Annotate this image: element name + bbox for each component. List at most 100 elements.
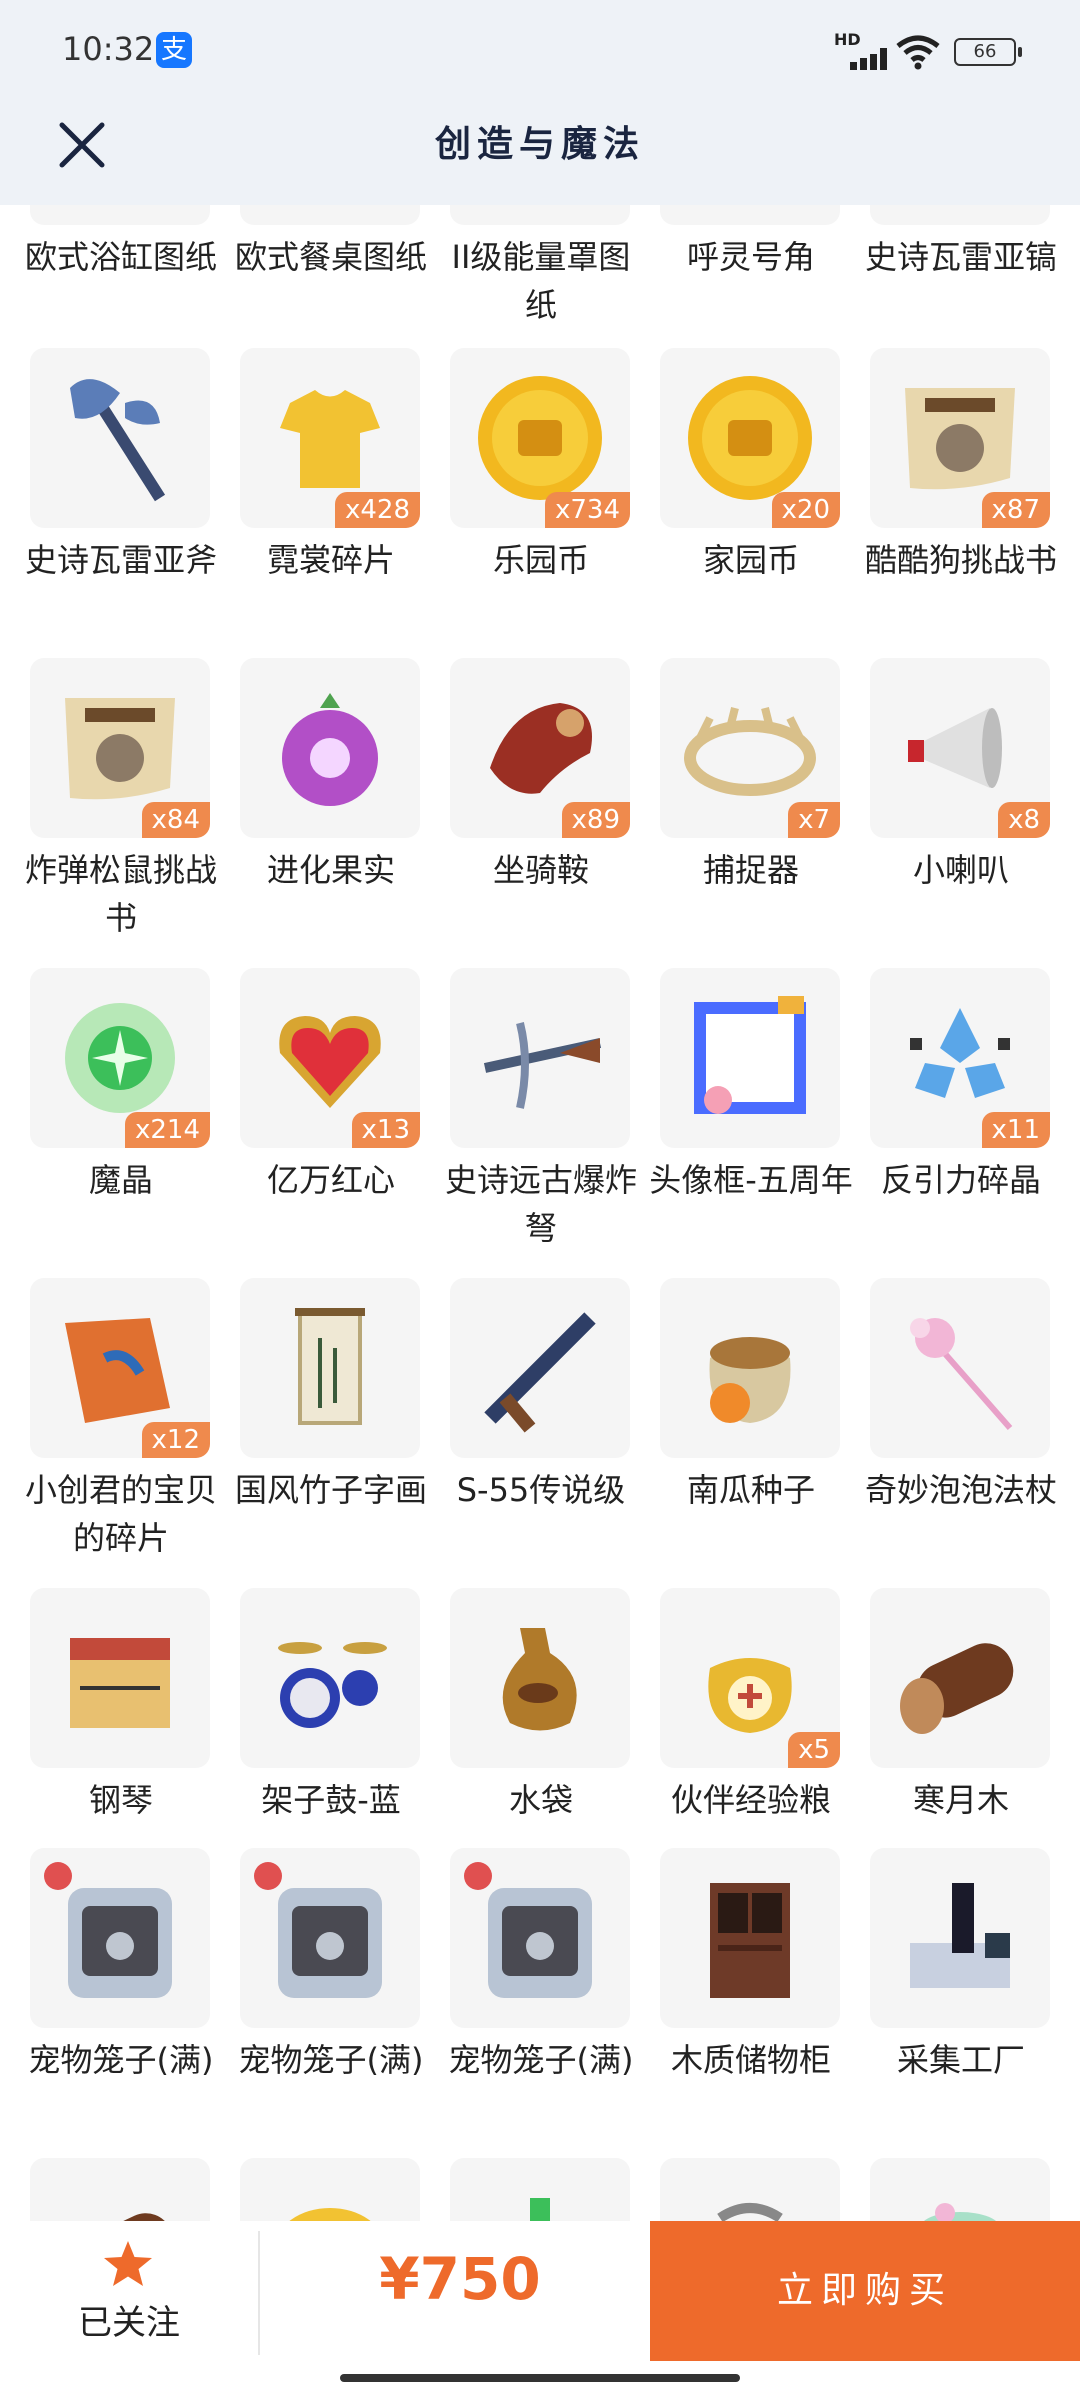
item-thumbnail[interactable] [240, 1848, 420, 2028]
item-label: 奇妙泡泡法杖 [864, 1471, 1057, 1509]
follow-button[interactable]: 已关注 [0, 2221, 258, 2361]
item-label: 国风竹子字画 [234, 1471, 427, 1509]
item-label: 捕捉器 [702, 851, 799, 889]
item-thumbnail[interactable] [240, 1588, 420, 1768]
avatar-frame-icon [694, 996, 806, 1114]
water-bag-icon [502, 1628, 577, 1731]
axe-icon [70, 379, 166, 502]
item-thumbnail[interactable] [660, 1848, 840, 2028]
pet-cage-icon [44, 1862, 172, 1998]
battery-level: 66 [973, 41, 997, 62]
item-thumbnail[interactable] [30, 2158, 210, 2221]
item-label: 欧式浴缸图纸 [24, 238, 217, 276]
quantity-badge: x11 [981, 1112, 1050, 1148]
item-thumbnail[interactable] [30, 1588, 210, 1768]
gun-icon [484, 1312, 596, 1433]
item-thumbnail[interactable] [870, 1588, 1050, 1768]
item-thumbnail[interactable] [660, 968, 840, 1148]
item-label: 乐园币 [492, 541, 589, 579]
item-thumbnail[interactable] [450, 2158, 630, 2221]
item-thumbnail[interactable]: x734 [450, 348, 630, 528]
item-thumbnail[interactable]: x214 [30, 968, 210, 1148]
quantity-badge: x734 [544, 492, 630, 528]
quantity-badge: x89 [561, 802, 630, 838]
tool-icon [717, 2203, 783, 2221]
price: ¥750 [379, 2245, 541, 2313]
buy-now-button[interactable]: 立即购买 [650, 2221, 1080, 2361]
item-thumbnail[interactable] [660, 2158, 840, 2221]
cabinet-icon [710, 1883, 790, 1998]
item-thumbnail[interactable] [870, 2158, 1050, 2221]
wand-icon [910, 1318, 1013, 1430]
item-thumbnail[interactable]: x11 [870, 968, 1050, 1148]
item-thumbnail[interactable]: x20 [660, 348, 840, 528]
item-thumbnail[interactable] [240, 658, 420, 838]
item-label: 寒月木 [912, 1781, 1009, 1819]
item-thumbnail[interactable] [450, 1848, 630, 2028]
battery-icon: 66 [954, 38, 1022, 66]
item-thumbnail[interactable] [30, 348, 210, 528]
item-label: 呼灵号角 [686, 238, 815, 276]
item-label: 头像框-五周年 [649, 1161, 853, 1199]
quantity-badge: x12 [141, 1422, 210, 1458]
quantity-badge: x20 [771, 492, 840, 528]
quantity-badge: x84 [141, 802, 210, 838]
blueprint-icon [30, 205, 210, 225]
pet-cage-icon [254, 1862, 382, 1998]
quantity-badge: x5 [788, 1732, 840, 1768]
log-icon [900, 1643, 1014, 1734]
item-label: 南瓜种子 [686, 1471, 815, 1509]
item-thumbnail[interactable] [450, 205, 630, 225]
item-label: 炸弹松鼠挑战书 [24, 851, 217, 937]
item-label: 史诗瓦雷亚斧 [24, 541, 217, 579]
quantity-badge: x87 [981, 492, 1050, 528]
item-thumbnail[interactable] [30, 1848, 210, 2028]
item-label: 采集工厂 [896, 2041, 1025, 2079]
item-thumbnail[interactable] [30, 205, 210, 225]
follow-label: 已关注 [78, 2303, 180, 2343]
home-indicator[interactable] [340, 2374, 740, 2382]
item-thumbnail[interactable] [450, 1278, 630, 1458]
item-thumbnail[interactable] [240, 2158, 420, 2221]
item-thumbnail[interactable]: x8 [870, 658, 1050, 838]
item-label: 宠物笼子(满) [238, 2041, 424, 2079]
item-label: 坐骑鞍 [492, 851, 589, 889]
item-thumbnail[interactable]: x13 [240, 968, 420, 1148]
item-thumbnail[interactable]: x5 [660, 1588, 840, 1768]
item-thumbnail[interactable]: x89 [450, 658, 630, 838]
item-label: 架子鼓-蓝 [261, 1781, 401, 1819]
item-label: 霓裳碎片 [266, 541, 395, 579]
item-label: 水袋 [508, 1781, 573, 1819]
item-label: 进化果实 [266, 851, 395, 889]
item-thumbnail[interactable] [660, 1278, 840, 1458]
item-thumbnail[interactable]: x84 [30, 658, 210, 838]
item-label: II级能量罩图纸 [451, 238, 631, 324]
alipay-icon: 支 [156, 32, 192, 68]
item-thumbnail[interactable] [870, 205, 1050, 225]
blueprint-icon [450, 205, 630, 225]
item-thumbnail[interactable] [240, 205, 420, 225]
piano-icon [70, 1638, 170, 1728]
seed-bag-icon [709, 1337, 791, 1423]
item-label: 小喇叭 [912, 851, 1009, 889]
item-thumbnail[interactable] [660, 205, 840, 225]
quantity-badge: x8 [998, 802, 1050, 838]
item-thumbnail[interactable] [450, 1588, 630, 1768]
wifi-icon [896, 35, 940, 70]
item-thumbnail[interactable] [450, 968, 630, 1148]
item-grid[interactable]: 欧式浴缸图纸 欧式餐桌图纸 II级能量罩图纸 呼灵号角 史诗瓦雷亚镐 史诗瓦雷亚斧 x428… [0, 205, 1080, 2221]
pickaxe-icon [870, 205, 1050, 225]
item-thumbnail[interactable] [240, 1278, 420, 1458]
item-thumbnail[interactable]: x7 [660, 658, 840, 838]
item-thumbnail[interactable]: x87 [870, 348, 1050, 528]
item-thumbnail[interactable] [870, 1848, 1050, 2028]
item-label: 亿万红心 [266, 1161, 395, 1199]
item-thumbnail[interactable] [870, 1278, 1050, 1458]
item-thumbnail[interactable]: x12 [30, 1278, 210, 1458]
item-thumbnail[interactable]: x428 [240, 348, 420, 528]
item-label: 史诗瓦雷亚镐 [864, 238, 1057, 276]
network-type: HD [834, 30, 861, 49]
drum-kit-icon [278, 1642, 387, 1728]
crossbow-icon [483, 1022, 602, 1109]
page-title: 创造与魔法 [434, 124, 645, 165]
